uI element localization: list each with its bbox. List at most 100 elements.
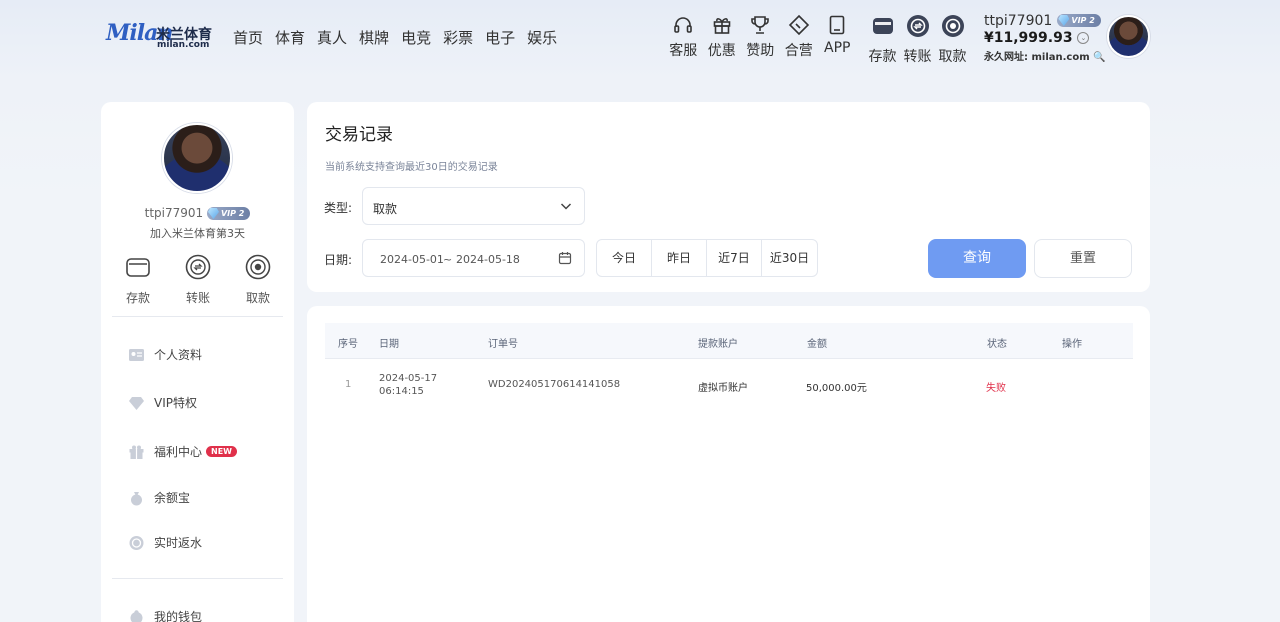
sidebar-item-vip[interactable]: VIP特权: [128, 394, 197, 411]
withdraw-label: 取款: [938, 49, 967, 65]
joined-days: 加入米兰体育第3天: [150, 227, 245, 240]
nav-item-slots[interactable]: 电子: [485, 27, 515, 48]
type-label: 类型:: [324, 201, 353, 215]
customer-service-button[interactable]: 客服: [664, 14, 703, 60]
search-icon[interactable]: 🔍: [1093, 52, 1105, 63]
partner-label: 合营: [784, 43, 813, 59]
page-title: 交易记录: [325, 125, 393, 145]
table-header: 序号 日期 订单号 提款账户 金额 状态 操作: [325, 323, 1133, 359]
wallet-tools: 存款 转账 取款: [865, 14, 970, 66]
nav-item-sports[interactable]: 体育: [275, 27, 305, 48]
id-card-icon: [129, 348, 144, 361]
customer-service-label: 客服: [669, 43, 698, 59]
sidebar-item-rebate[interactable]: 实时返水: [128, 534, 202, 551]
date-range-picker[interactable]: 2024-05-01 ~ 2024-05-18: [362, 239, 585, 277]
nav-item-home[interactable]: 首页: [233, 27, 263, 48]
sidebar-deposit-label: 存款: [125, 291, 150, 305]
type-select[interactable]: 取款: [362, 187, 585, 225]
wallet-icon: [872, 18, 893, 34]
main-nav: 首页 体育 真人 棋牌 电竞 彩票 电子 娱乐: [233, 27, 569, 48]
reset-button[interactable]: 重置: [1034, 239, 1132, 278]
deposit-button[interactable]: 存款: [865, 14, 900, 66]
query-notice: 当前系统支持查询最近30日的交易记录: [325, 162, 498, 173]
top-header: Milan 米兰体育 milan.com 首页 体育 真人 棋牌 电竞 彩票 电…: [0, 0, 1280, 80]
transfer-icon: [906, 15, 929, 37]
header-tools: 客服 优惠 赞助 合营 APP: [664, 14, 857, 60]
header-avatar[interactable]: [1107, 15, 1150, 58]
sponsor-button[interactable]: 赞助: [741, 14, 780, 60]
promotions-label: 优惠: [707, 43, 736, 59]
sidebar-wallet-actions: 存款 转账 取款: [113, 254, 283, 306]
nav-item-live[interactable]: 真人: [317, 27, 347, 48]
money-bag-icon: [131, 491, 142, 505]
sidebar-transfer-label: 转账: [185, 291, 210, 305]
date-end[interactable]: 2024-05-18: [456, 253, 520, 266]
withdraw-button[interactable]: 取款: [935, 14, 970, 66]
gift-icon: [129, 445, 144, 459]
sidebar-item-label: 个人资料: [154, 348, 203, 362]
sidebar-item-wallet[interactable]: 我的钱包: [128, 608, 202, 622]
row-account: 虚拟币账户: [698, 383, 748, 394]
row-amount: 50,000.00元: [806, 383, 867, 394]
transfer-icon: [185, 254, 211, 280]
trophy-icon: [751, 16, 770, 34]
nav-item-entertainment[interactable]: 娱乐: [527, 27, 557, 48]
transfer-button[interactable]: 转账: [900, 14, 935, 66]
row-status: 失败: [986, 383, 1006, 394]
sidebar-withdraw-label: 取款: [245, 291, 270, 305]
col-status: 状态: [987, 339, 1007, 350]
sidebar-item-profile[interactable]: 个人资料: [128, 346, 202, 363]
withdraw-icon: [941, 15, 964, 37]
nav-item-esports[interactable]: 电竞: [401, 27, 431, 48]
nav-item-cards[interactable]: 棋牌: [359, 27, 389, 48]
nav-item-lottery[interactable]: 彩票: [443, 27, 473, 48]
new-badge: NEW: [206, 446, 237, 457]
sidebar-withdraw-button[interactable]: 取款: [233, 254, 283, 306]
logo-domain: milan.com: [157, 40, 210, 50]
sidebar-transfer-button[interactable]: 转账: [173, 254, 223, 306]
col-account: 提款账户: [698, 339, 738, 350]
calendar-icon: [558, 252, 572, 265]
chevron-down-icon: [560, 203, 572, 210]
partner-button[interactable]: 合营: [780, 14, 819, 60]
col-index: 序号: [338, 339, 358, 350]
balance-dropdown-icon[interactable]: ⌄: [1077, 32, 1090, 44]
sidebar-item-label: 实时返水: [154, 536, 203, 550]
sidebar-vip-badge: VIP 2: [206, 207, 251, 220]
col-date: 日期: [379, 339, 399, 350]
site-logo[interactable]: Milan 米兰体育 milan.com: [106, 20, 216, 52]
promotions-button[interactable]: 优惠: [703, 14, 742, 60]
filter-panel: 交易记录 当前系统支持查询最近30日的交易记录 类型: 取款 日期: 2024-…: [307, 102, 1150, 292]
app-label: APP: [824, 40, 851, 56]
col-amount: 金额: [807, 339, 827, 350]
wallet-icon: [130, 609, 143, 622]
quick-date-range: 今日 昨日 近7日 近30日: [596, 239, 818, 277]
app-button[interactable]: APP: [818, 14, 857, 60]
col-order: 订单号: [488, 339, 518, 350]
row-index: 1: [345, 379, 352, 390]
quick-7days-button[interactable]: 近7日: [707, 240, 762, 276]
header-username[interactable]: ttpi77901: [984, 13, 1052, 29]
sidebar-deposit-button[interactable]: 存款: [113, 254, 163, 306]
sidebar-item-welfare[interactable]: 福利中心 NEW: [128, 443, 237, 460]
vip-badge: VIP 2: [1057, 14, 1101, 27]
sidebar-divider: [112, 578, 283, 579]
col-action: 操作: [1062, 339, 1082, 350]
type-select-value: 取款: [373, 202, 398, 216]
tablet-icon: [829, 15, 845, 35]
sidebar-item-label: 福利中心: [154, 445, 203, 459]
withdraw-icon: [245, 254, 271, 280]
sidebar-username: ttpi77901: [144, 206, 204, 220]
query-button[interactable]: 查询: [928, 239, 1026, 278]
headset-icon: [674, 17, 693, 33]
quick-30days-button[interactable]: 近30日: [762, 240, 817, 276]
sidebar-item-label: 余额宝: [154, 491, 191, 505]
row-order-number: WD202405170614141058: [488, 379, 621, 390]
sidebar-item-yuebao[interactable]: 余额宝: [128, 489, 190, 506]
permanent-url: 永久网址: milan.com: [984, 52, 1090, 63]
quick-today-button[interactable]: 今日: [597, 240, 652, 276]
quick-yesterday-button[interactable]: 昨日: [652, 240, 707, 276]
sidebar-avatar[interactable]: [162, 123, 232, 193]
sponsor-label: 赞助: [746, 43, 775, 59]
date-start[interactable]: 2024-05-01: [380, 253, 444, 266]
